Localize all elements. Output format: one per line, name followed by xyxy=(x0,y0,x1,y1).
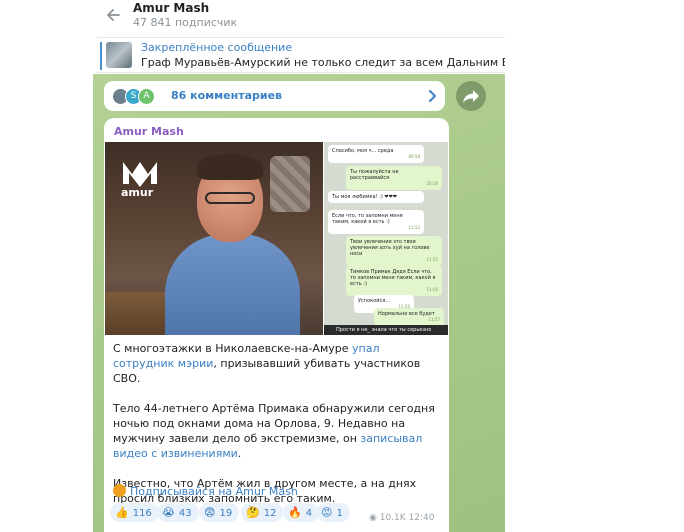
view-count: ◉ 10.1K 12:40 xyxy=(369,513,435,523)
screenshot-message: Спасибо, моя ч... среда 09:58 xyxy=(328,145,424,163)
subscribe-link[interactable]: Подписывайся на Amur Mash xyxy=(113,484,298,498)
screenshot-footer: Прости я не_ знала что ты серьезно xyxy=(324,325,448,335)
post-bubble: Amur Mash amur Спасибо, моя ч... среда 09… xyxy=(104,118,449,532)
comments-count[interactable]: 86 комментариев xyxy=(171,89,282,102)
reaction-thinking[interactable]: 🤔 12 xyxy=(241,503,284,522)
screenshot-message: Твои увлечения это твои увлечения хоть х… xyxy=(346,236,442,266)
reaction-thumbs-up[interactable]: 👍 116 xyxy=(110,503,159,522)
back-arrow-icon[interactable] xyxy=(104,6,122,24)
pinned-text: Граф Муравьёв-Амурский не только следит … xyxy=(141,56,505,69)
subscriber-count: 47 841 подписчик xyxy=(133,16,238,29)
channel-title[interactable]: Amur Mash xyxy=(133,1,209,15)
channel-header: Amur Mash 47 841 подписчик xyxy=(0,0,505,36)
post-image[interactable]: amur Спасибо, моя ч... среда 09:58 Ты пож… xyxy=(105,142,448,335)
post-paragraph: Тело 44-летнего Артёма Примака обнаружил… xyxy=(113,402,435,460)
comments-bar[interactable]: S A 86 комментариев xyxy=(104,81,445,111)
screenshot-message: Ты моя любимка! :) ❤❤❤ xyxy=(328,191,424,203)
chevron-right-icon[interactable] xyxy=(426,89,438,103)
reaction-crying[interactable]: 😭 43 xyxy=(157,503,199,522)
post-time: 12:40 xyxy=(408,513,435,523)
pinned-indicator xyxy=(100,42,102,70)
share-arrow-icon xyxy=(463,90,479,103)
logo-text: amur xyxy=(121,186,154,199)
reaction-fire[interactable]: 🔥 4 xyxy=(283,503,320,522)
pinned-label: Закреплённое сообщение xyxy=(141,41,293,54)
reaction-angry[interactable]: 😡 1 xyxy=(316,503,350,522)
chat-screenshot: Спасибо, моя ч... среда 09:58 Ты пожалуйс… xyxy=(324,142,448,335)
share-button[interactable] xyxy=(456,81,486,111)
pinned-message-bar[interactable]: Закреплённое сообщение Граф Муравьёв-Аму… xyxy=(97,37,505,73)
pinned-thumbnail xyxy=(106,42,132,68)
screenshot-message: Тимков Примак Дядя Если что, то запомни … xyxy=(346,266,442,296)
photo-man: amur xyxy=(105,142,323,335)
eye-icon: ◉ xyxy=(369,513,377,523)
screenshot-message: Нормально все будет 11:57 xyxy=(374,308,444,326)
commenter-avatar: A xyxy=(138,88,155,105)
amur-badge-icon xyxy=(113,484,126,497)
blurred-person xyxy=(270,156,310,212)
reaction-fearful[interactable]: 😨 19 xyxy=(199,503,240,522)
post-paragraph: С многоэтажки в Николаевске-на-Амуре упа… xyxy=(113,342,421,385)
screenshot-message: Если что, то запомни меня таким, какой я… xyxy=(328,210,424,234)
screenshot-message: Ты пожалуйста не расстраивайся 20:28 xyxy=(346,166,442,190)
post-author[interactable]: Amur Mash xyxy=(114,125,184,138)
